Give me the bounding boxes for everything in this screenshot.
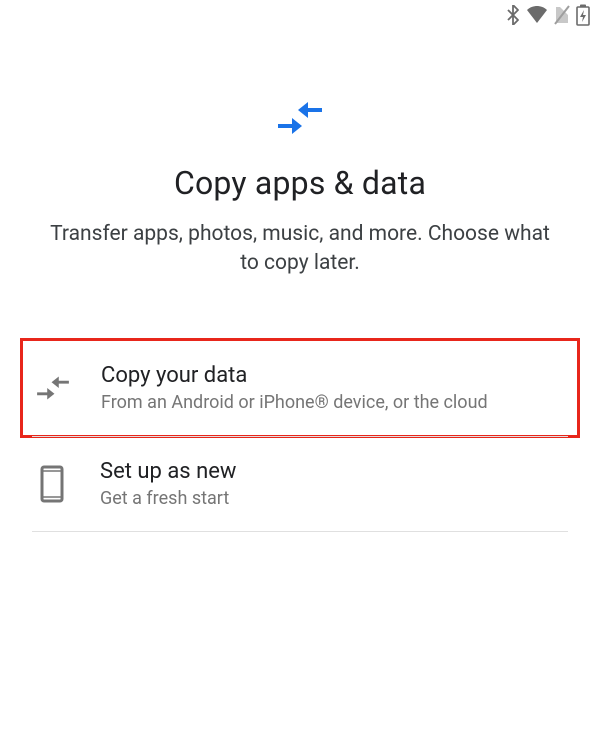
hero-section: Copy apps & data Transfer apps, photos, … — [0, 30, 600, 319]
no-sim-icon — [554, 5, 570, 25]
transfer-arrows-icon — [278, 100, 322, 140]
option-title: Copy your data — [101, 363, 565, 388]
bluetooth-icon — [506, 5, 520, 25]
options-list: Copy your data From an Android or iPhone… — [0, 339, 600, 532]
option-text: Set up as new Get a fresh start — [100, 459, 568, 509]
option-desc: From an Android or iPhone® device, or th… — [101, 392, 565, 413]
option-title: Set up as new — [100, 459, 568, 484]
divider — [32, 531, 568, 532]
wifi-icon — [526, 6, 548, 24]
option-copy-your-data[interactable]: Copy your data From an Android or iPhone… — [20, 338, 580, 438]
status-bar — [0, 0, 600, 30]
page-title: Copy apps & data — [40, 164, 560, 202]
page-subtitle: Transfer apps, photos, music, and more. … — [40, 220, 560, 279]
smartphone-icon — [32, 465, 72, 503]
battery-charging-icon — [576, 4, 590, 26]
option-desc: Get a fresh start — [100, 488, 568, 509]
option-set-up-as-new[interactable]: Set up as new Get a fresh start — [0, 437, 600, 531]
option-text: Copy your data From an Android or iPhone… — [101, 363, 565, 413]
transfer-arrows-small-icon — [33, 375, 73, 401]
